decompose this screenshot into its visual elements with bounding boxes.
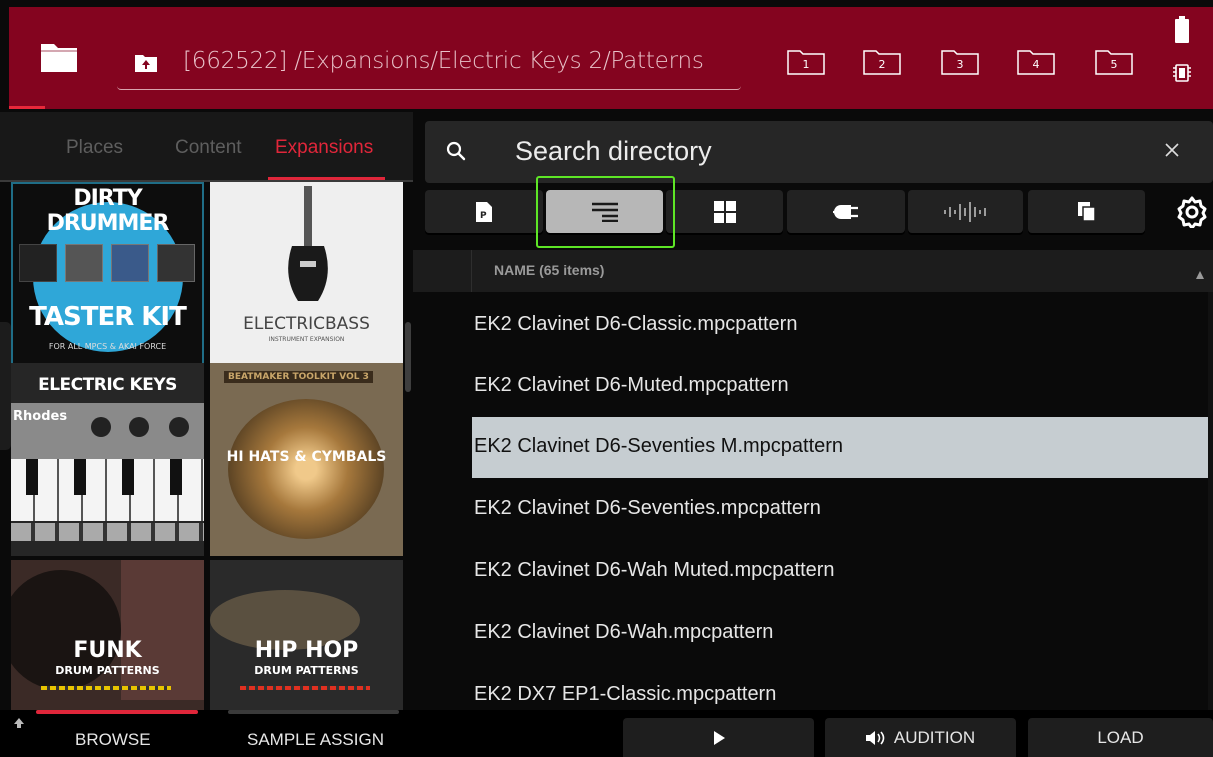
left-scrollbar[interactable]: [405, 322, 411, 392]
expansion-tile-electric-keys[interactable]: ELECTRIC KEYS Rhodes: [11, 363, 204, 556]
tab-content[interactable]: Content: [175, 137, 242, 159]
plugin-icon: [833, 204, 858, 219]
filter-pattern-button[interactable]: P: [425, 190, 543, 233]
storage-chip-icon: [1171, 62, 1193, 84]
edge-handle[interactable]: [0, 322, 11, 450]
name-column-header[interactable]: NAME (65 items): [413, 250, 1213, 292]
gear-icon[interactable]: [1176, 196, 1208, 230]
tile-subtitle: DRUM PATTERNS: [55, 664, 160, 677]
play-icon: [713, 730, 725, 745]
folder-up-icon[interactable]: [135, 53, 157, 72]
audition-label: AUDITION: [893, 727, 976, 747]
load-button[interactable]: LOAD: [1028, 718, 1213, 757]
tile-title: ELECTRICBASS: [243, 314, 370, 334]
tile-title: DIRTY DRUMMER: [46, 186, 170, 236]
search-icon: [445, 140, 467, 162]
quick-folder-label: 2: [878, 58, 886, 71]
file-name: EK2 DX7 EP1-Classic.mpcpattern: [474, 683, 777, 705]
filter-audio-button[interactable]: [908, 190, 1023, 233]
tile-subtitle: DRUM PATTERNS: [254, 664, 359, 677]
column-divider: [471, 250, 472, 292]
file-name: EK2 Clavinet D6-Seventies.mpcpattern: [474, 497, 821, 519]
quick-folder-label: 5: [1110, 58, 1118, 71]
file-list: EK2 Clavinet D6-Classic.mpcpattern EK2 C…: [413, 292, 1213, 710]
expansion-tile-funk[interactable]: FUNK DRUM PATTERNS: [11, 560, 204, 710]
sort-ascending-icon[interactable]: [1195, 265, 1205, 279]
tile-caption: FOR ALL MPCS & AKAI FORCE: [48, 342, 167, 351]
filter-plugin-button[interactable]: [787, 190, 905, 233]
selection-highlight: [536, 176, 675, 248]
filter-copy-button[interactable]: [1028, 190, 1145, 233]
file-name: EK2 Clavinet D6-Muted.mpcpattern: [474, 374, 789, 396]
expansion-tile-dirty-drummer[interactable]: DIRTY DRUMMER TASTER KIT FOR ALL MPCS & …: [11, 182, 204, 375]
browse-tab-indicator: [36, 710, 198, 714]
grid-view-icon: [713, 200, 736, 223]
close-icon[interactable]: [1163, 141, 1181, 159]
load-label: LOAD: [1097, 727, 1144, 747]
svg-text:P: P: [480, 211, 487, 221]
browse-tab[interactable]: BROWSE: [75, 730, 151, 750]
quick-folder-2[interactable]: 2: [863, 49, 901, 75]
left-tab-bar: Places Content Expansions: [0, 112, 413, 180]
expansion-tile-hi-hats-cymbals[interactable]: BEATMAKER TOOLKIT VOL 3 HI HATS & CYMBAL…: [210, 363, 403, 556]
tile-title: FUNK: [73, 638, 142, 663]
tile-title: HIP HOP: [254, 638, 359, 663]
play-button[interactable]: [623, 718, 814, 757]
audio-waveform-icon: [943, 201, 986, 222]
quick-folder-label: 3: [956, 58, 964, 71]
list-item-selected[interactable]: EK2 Clavinet D6-Seventies M.mpcpattern: [472, 417, 1213, 478]
file-name: EK2 Clavinet D6-Wah.mpcpattern: [474, 621, 774, 643]
pattern-file-icon: P: [476, 201, 492, 222]
current-path: [662522] /Expansions/Electric Keys 2/Pat…: [183, 48, 704, 74]
speaker-icon: [865, 730, 885, 745]
list-item[interactable]: EK2 Clavinet D6-Muted.mpcpattern: [472, 356, 1213, 417]
sample-assign-tab-indicator: [228, 710, 399, 714]
tile-subtitle: Rhodes: [13, 409, 68, 424]
tile-subtitle: TASTER KIT: [29, 302, 187, 332]
list-item[interactable]: EK2 Clavinet D6-Classic.mpcpattern: [472, 295, 1213, 356]
expansion-tile-electric-bass[interactable]: ELECTRICBASS INSTRUMENT EXPANSION: [210, 182, 403, 375]
tab-expansions[interactable]: Expansions: [275, 137, 373, 159]
column-label: NAME (65 items): [494, 262, 605, 278]
tile-caption: BEATMAKER TOOLKIT VOL 3: [224, 371, 373, 383]
list-item[interactable]: EK2 Clavinet D6-Wah Muted.mpcpattern: [472, 541, 1213, 602]
file-name: EK2 Clavinet D6-Wah Muted.mpcpattern: [474, 559, 835, 581]
header-accent: [9, 106, 45, 109]
bottom-bar: BROWSE SAMPLE ASSIGN AUDITION LOAD: [0, 710, 1213, 757]
search-input[interactable]: Search directory: [515, 136, 712, 167]
file-name: EK2 Clavinet D6-Seventies M.mpcpattern: [474, 435, 844, 457]
tile-caption: INSTRUMENT EXPANSION: [268, 336, 345, 343]
expansion-grid: DIRTY DRUMMER TASTER KIT FOR ALL MPCS & …: [11, 182, 403, 710]
folder-icon[interactable]: [40, 41, 78, 73]
tile-title: ELECTRIC KEYS: [38, 375, 177, 395]
quick-folder-4[interactable]: 4: [1017, 49, 1055, 75]
tile-title: HI HATS & CYMBALS: [226, 449, 387, 465]
battery-icon: [1175, 16, 1189, 43]
file-name: EK2 Clavinet D6-Classic.mpcpattern: [474, 313, 798, 335]
shift-icon: [13, 714, 25, 728]
path-display[interactable]: [662522] /Expansions/Electric Keys 2/Pat…: [117, 37, 741, 90]
filter-grid-view-button[interactable]: [666, 190, 783, 233]
list-scrollbar[interactable]: [1208, 292, 1213, 710]
search-bar[interactable]: Search directory: [425, 121, 1213, 183]
copy-icon: [1077, 201, 1096, 222]
quick-folder-1[interactable]: 1: [787, 49, 825, 75]
audition-button[interactable]: AUDITION: [825, 718, 1016, 757]
header-bar: [662522] /Expansions/Electric Keys 2/Pat…: [9, 7, 1213, 109]
list-item[interactable]: EK2 Clavinet D6-Seventies.mpcpattern: [472, 479, 1213, 540]
quick-folder-5[interactable]: 5: [1095, 49, 1133, 75]
quick-folder-3[interactable]: 3: [941, 49, 979, 75]
expansion-tile-hip-hop[interactable]: HIP HOP DRUM PATTERNS: [210, 560, 403, 710]
list-item[interactable]: EK2 DX7 EP1-Classic.mpcpattern: [472, 665, 1213, 710]
quick-folder-label: 1: [802, 58, 810, 71]
list-item[interactable]: EK2 Clavinet D6-Wah.mpcpattern: [472, 603, 1213, 664]
sample-assign-tab[interactable]: SAMPLE ASSIGN: [247, 730, 384, 750]
tab-places[interactable]: Places: [66, 137, 123, 159]
quick-folder-label: 4: [1032, 58, 1040, 71]
